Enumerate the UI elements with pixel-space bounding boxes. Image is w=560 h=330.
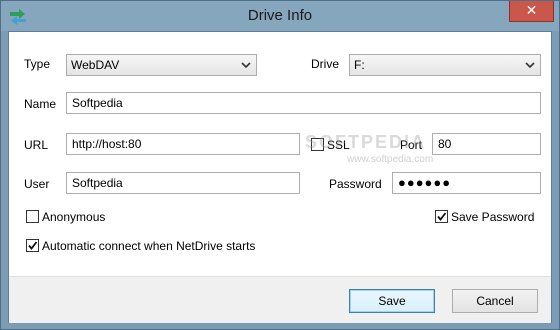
type-select[interactable]: WebDAV <box>66 54 257 76</box>
url-field[interactable]: http://host:80 <box>66 133 300 155</box>
drive-select-value: F: <box>354 58 365 72</box>
save-password-label: Save Password <box>451 210 535 224</box>
password-label: Password <box>329 177 382 191</box>
drive-info-window: Drive Info ✕ Type WebDAV Drive F: Name S… <box>0 0 560 330</box>
window-title: Drive Info <box>247 7 313 24</box>
type-select-value: WebDAV <box>71 58 120 72</box>
checkmark-icon <box>437 212 447 221</box>
anonymous-checkbox[interactable] <box>26 210 39 223</box>
password-field[interactable]: ●●●●●● <box>392 172 541 194</box>
button-bar: Save Cancel <box>9 276 551 323</box>
watermark-logo: SOFTPEDIA <box>305 132 427 152</box>
type-label: Type <box>24 57 51 71</box>
watermark-url: www.softpedia.com <box>347 154 434 165</box>
name-label: Name <box>24 97 57 111</box>
save-password-checkbox[interactable] <box>435 210 448 223</box>
drive-select[interactable]: F: <box>349 54 541 76</box>
auto-connect-checkbox[interactable] <box>26 239 39 252</box>
url-label: URL <box>24 138 49 152</box>
save-button[interactable]: Save <box>349 289 435 313</box>
name-field[interactable]: Softpedia <box>66 92 541 114</box>
user-label: User <box>24 177 50 191</box>
drive-label: Drive <box>311 57 340 71</box>
checkmark-icon <box>28 241 38 250</box>
anonymous-label: Anonymous <box>42 210 106 224</box>
title-bar[interactable]: Drive Info ✕ <box>1 1 559 31</box>
user-field[interactable]: Softpedia <box>66 172 300 194</box>
chevron-down-icon <box>525 62 535 69</box>
close-button[interactable]: ✕ <box>509 1 554 22</box>
cancel-button[interactable]: Cancel <box>452 289 538 313</box>
port-field[interactable]: 80 <box>432 133 541 155</box>
auto-connect-label: Automatic connect when NetDrive starts <box>42 239 256 253</box>
dialog-body: Type WebDAV Drive F: Name Softpedia URL … <box>8 31 552 323</box>
chevron-down-icon <box>241 62 251 69</box>
